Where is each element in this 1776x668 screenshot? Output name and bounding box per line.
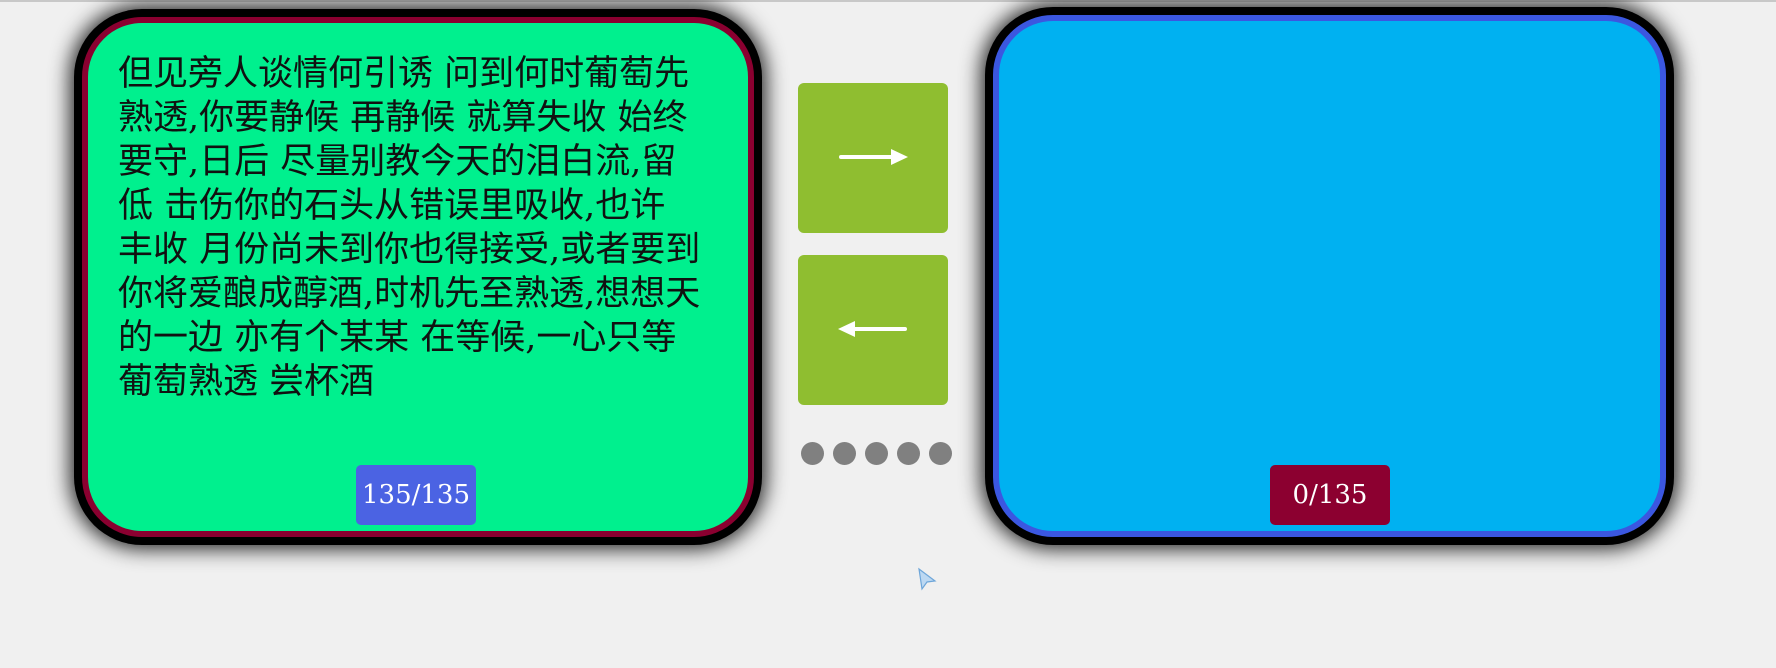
page-dot[interactable] <box>897 442 920 465</box>
page-dot[interactable] <box>929 442 952 465</box>
page-dot[interactable] <box>865 442 888 465</box>
pagination-dots <box>801 442 952 466</box>
target-lyrics-panel <box>993 15 1666 537</box>
move-left-button[interactable] <box>798 255 948 405</box>
page-dot[interactable] <box>801 442 824 465</box>
source-character-counter: 135/135 <box>356 465 476 525</box>
top-border <box>0 0 1776 2</box>
arrow-right-icon <box>839 149 908 165</box>
page-dot[interactable] <box>833 442 856 465</box>
arrow-left-icon <box>838 321 907 337</box>
move-right-button[interactable] <box>798 83 948 233</box>
target-character-counter: 0/135 <box>1270 465 1390 525</box>
source-lyrics-text: 但见旁人谈情何引诱 问到何时葡萄先熟透,你要静候 再静候 就算失收 始终要守,日… <box>118 54 701 402</box>
mouse-cursor-icon <box>918 567 937 591</box>
